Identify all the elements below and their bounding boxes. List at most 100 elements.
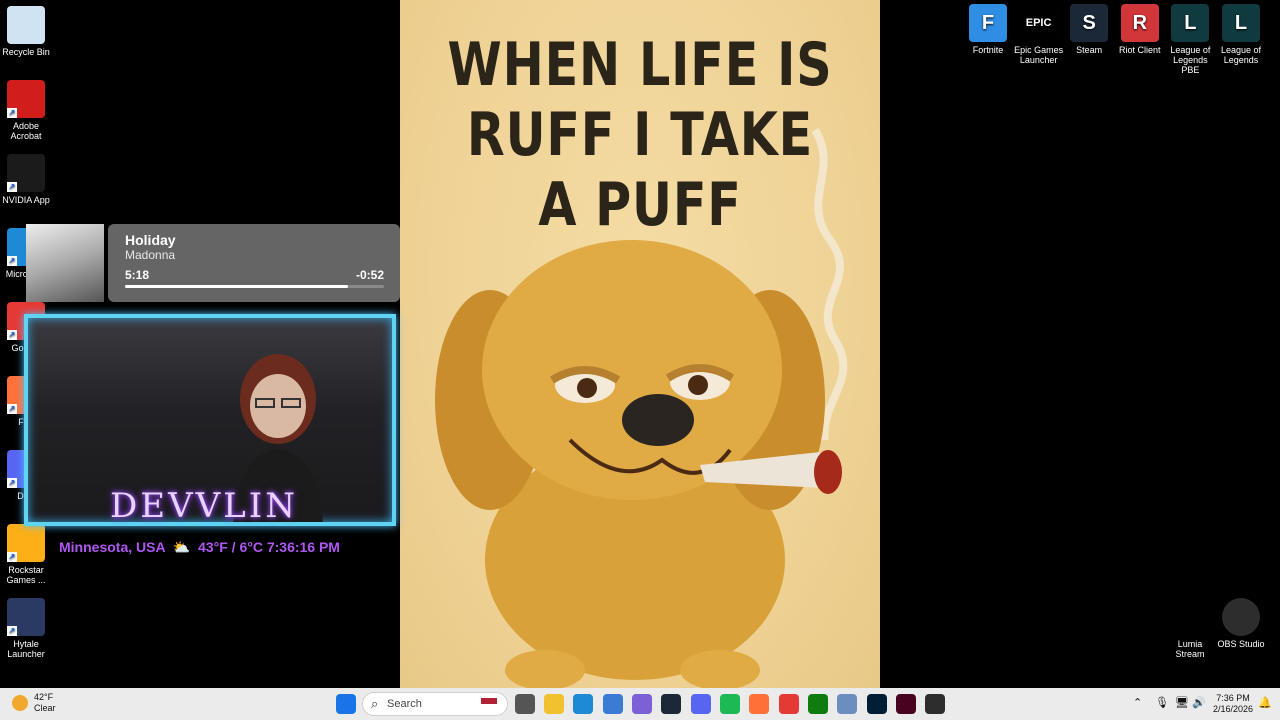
notepad-icon[interactable]: [837, 694, 857, 714]
notification-bell-icon[interactable]: 🔔: [1258, 696, 1272, 709]
windows-start-icon[interactable]: [336, 694, 356, 714]
elapsed-time: 5:18: [125, 268, 150, 282]
icon-glyph: R: [1132, 12, 1148, 34]
discord-icon[interactable]: [691, 694, 711, 714]
desktop-icon[interactable]: L League of Legends PBE: [1164, 4, 1216, 75]
icon-glyph: L: [1184, 12, 1197, 34]
icon-glyph: S: [1082, 12, 1096, 34]
streamer-name: DEVVLIN: [110, 486, 298, 526]
desktop-icon[interactable]: F Fortnite: [962, 4, 1014, 55]
shortcut-arrow-icon: ↗: [7, 256, 17, 266]
album-art: [26, 224, 104, 302]
poster-title: WHEN LIFE IS RUFF I TAKE A PUFF: [447, 30, 833, 240]
desktop-icon-label: Steam: [1076, 45, 1103, 55]
shortcut-arrow-icon: ↗: [7, 182, 17, 192]
task-view-icon[interactable]: [515, 694, 535, 714]
desktop-icon[interactable]: EPIC Epic Games Launcher: [1013, 4, 1065, 65]
search-placeholder: Search: [387, 698, 422, 710]
riot-client-icon: R: [1120, 4, 1159, 42]
progress-bar[interactable]: [125, 285, 384, 288]
taskbar-clock[interactable]: 7:36 PM 2/16/2026: [1208, 693, 1258, 715]
desktop-icon-label: OBS Studio: [1217, 639, 1265, 649]
shortcut-arrow-icon: ↗: [7, 552, 17, 562]
file-explorer-icon[interactable]: [544, 694, 564, 714]
shortcut-arrow-icon: ↗: [7, 108, 17, 118]
xbox-icon[interactable]: [808, 694, 828, 714]
taskbar-weather-desc: Clear: [34, 703, 56, 713]
fortnite-icon: F: [969, 4, 1007, 42]
shortcut-arrow-icon: ↗: [7, 330, 17, 340]
desktop-icon-label: Adobe Acrobat: [10, 121, 42, 141]
steam-icon: S: [1070, 4, 1109, 42]
desktop-icon-label: League of Legends PBE: [1170, 45, 1211, 75]
moon-icon: [12, 695, 28, 711]
desktop-icon[interactable]: ↗ Rockstar Games ...: [0, 524, 52, 585]
chrome-icon[interactable]: [779, 694, 799, 714]
hytale-icon: ↗: [7, 598, 45, 636]
overlay-time: 7:36:16 PM: [266, 539, 340, 555]
desktop-icon[interactable]: Recycle Bin: [0, 6, 52, 57]
song-artist: Madonna: [125, 248, 176, 262]
clock-date: 2/16/2026: [1212, 704, 1254, 714]
desktop-icon[interactable]: L League of Legends: [1215, 4, 1267, 65]
desktop-icon-label: Recycle Bin: [2, 47, 50, 57]
desktop-icon[interactable]: R Riot Client: [1114, 4, 1166, 55]
desktop-icon-label: Rockstar Games ...: [6, 565, 46, 585]
now-playing-widget[interactable]: Holiday Madonna 5:18 -0:52: [108, 224, 400, 302]
nvidia-icon: ↗: [7, 154, 45, 192]
desktop-icon-label: Fortnite: [972, 45, 1004, 55]
microphone-icon[interactable]: 🎙: [1155, 696, 1169, 709]
photoshop-icon[interactable]: [867, 694, 887, 714]
icon-glyph: L: [1234, 12, 1248, 34]
clock-time: 7:36 PM: [1216, 693, 1250, 703]
chevron-up-icon[interactable]: ⌃: [1133, 696, 1142, 709]
taskbar-search[interactable]: ⌕ Search: [362, 692, 508, 716]
overlay-location: Minnesota, USA: [59, 539, 166, 555]
edge-icon[interactable]: [573, 694, 593, 714]
poster-image: WHEN LIFE IS RUFF I TAKE A PUFF: [400, 0, 880, 688]
flag-icon: [481, 698, 497, 710]
shortcut-arrow-icon: ↗: [7, 626, 17, 636]
desktop-icon[interactable]: ↗ NVIDIA App: [0, 154, 52, 205]
volume-icon[interactable]: 🔊: [1192, 696, 1206, 709]
steam-icon[interactable]: [661, 694, 681, 714]
recycle-bin-icon: [7, 6, 45, 44]
overlay-weather: 43°F / 6°C: [198, 539, 263, 555]
desktop-icon[interactable]: S Steam: [1063, 4, 1115, 55]
desktop-icon-label: Lumia Stream: [1175, 639, 1205, 659]
desktop-icon[interactable]: ↗ Adobe Acrobat: [0, 80, 52, 141]
firefox-icon[interactable]: [749, 694, 769, 714]
icon-glyph: EPIC: [1025, 17, 1052, 29]
obs-icon[interactable]: [925, 694, 945, 714]
desktop-icon-label: Hytale Launcher: [7, 639, 45, 659]
taskbar: 42°F Clear ⌕ Search ⌃ 🎙 🖥 🔊 7:36 PM 2/16…: [0, 688, 1280, 720]
league-pbe-icon: L: [1171, 4, 1210, 42]
desktop-icon[interactable]: OBS Studio: [1215, 598, 1267, 649]
league-icon: L: [1222, 4, 1260, 42]
desktop-icon[interactable]: ↗ Hytale Launcher: [0, 598, 52, 659]
overlay-weather-line: Minnesota, USA ⛅ 43°F / 6°C 7:36:16 PM: [59, 539, 340, 556]
desktop-icon-label: League of Legends: [1220, 45, 1262, 65]
shortcut-arrow-icon: ↗: [7, 478, 17, 488]
copilot-icon[interactable]: [632, 694, 652, 714]
song-title: Holiday: [125, 232, 176, 248]
rockstar-icon: ↗: [7, 524, 45, 562]
partly-cloudy-icon: ⛅: [168, 539, 195, 555]
desktop-icon-label: NVIDIA App: [2, 195, 50, 205]
adobe-acrobat-icon: ↗: [7, 80, 45, 118]
desktop-icon-label: Riot Client: [1119, 45, 1161, 55]
desktop-icon-label: Epic Games Launcher: [1014, 45, 1064, 65]
taskbar-weather-temp: 42°F: [34, 692, 54, 702]
epic-games-icon: EPIC: [1019, 4, 1058, 42]
obs-studio-icon: [1222, 598, 1260, 636]
remaining-time: -0:52: [355, 268, 384, 282]
spotify-icon[interactable]: [720, 694, 740, 714]
indesign-icon[interactable]: [896, 694, 916, 714]
desktop-icon[interactable]: Lumia Stream: [1164, 598, 1216, 659]
icon-glyph: F: [981, 12, 995, 34]
progress-fill: [125, 285, 348, 288]
microsoft-store-icon[interactable]: [603, 694, 623, 714]
shortcut-arrow-icon: ↗: [7, 404, 17, 414]
network-icon[interactable]: 🖥: [1175, 696, 1189, 709]
search-icon: ⌕: [371, 696, 379, 711]
